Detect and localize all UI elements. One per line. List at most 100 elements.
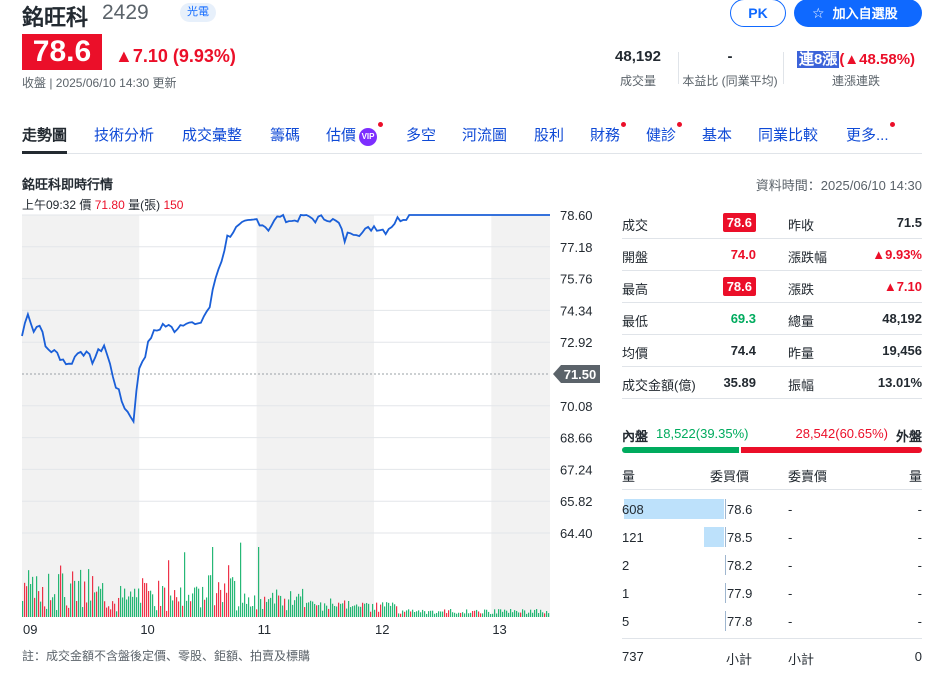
volume-bar [92, 576, 94, 617]
volume-bar [172, 600, 174, 617]
volume-bar [188, 594, 190, 617]
tab-long-short[interactable]: 多空 [406, 124, 436, 145]
volume-bar [276, 589, 278, 617]
tab-chart[interactable]: 走勢圖 [22, 124, 68, 154]
volume-bar [472, 611, 474, 617]
volume-bar [468, 613, 470, 617]
volume-bar [442, 611, 444, 617]
volume-bar [340, 603, 342, 617]
data-time: 資料時間：2025/06/10 14:30 [755, 178, 922, 193]
ask-price: - [788, 586, 793, 601]
bid-qty: 5 [622, 614, 630, 629]
volume-bar [130, 591, 132, 617]
tab-peers[interactable]: 同業比較 [758, 124, 818, 145]
ask-price: - [788, 530, 793, 545]
tab-trades[interactable]: 成交彙整 [182, 124, 242, 145]
quote-label: 昨量 [788, 346, 815, 361]
tab-technical[interactable]: 技術分析 [94, 124, 154, 145]
volume-bar [218, 582, 220, 617]
volume-bar [406, 610, 408, 617]
tab-valuation[interactable]: 估價 VIP [326, 122, 384, 146]
bid-total: 737 [622, 649, 644, 664]
outer-bar [741, 447, 922, 453]
tab-financial[interactable]: 財務 [590, 122, 627, 145]
volume-bar [176, 597, 178, 617]
volume-bar [24, 582, 26, 617]
notification-dot [677, 122, 683, 127]
volume-bar [452, 612, 454, 617]
volume-bar [146, 583, 148, 617]
quote-row: 成交金額(億) 35.89 振幅 13.01% [622, 367, 922, 399]
volume-bar [76, 600, 78, 617]
volume-bar [264, 596, 266, 617]
volume-bar [84, 581, 86, 617]
tab-basic[interactable]: 基本 [702, 124, 732, 145]
volume-bar [354, 605, 356, 617]
volume-bar [432, 610, 434, 617]
volume-bar [96, 591, 98, 617]
volume-bar [510, 609, 512, 617]
volume-bar [366, 602, 368, 617]
volume-bar [496, 613, 498, 617]
volume-bar [320, 602, 322, 617]
section-title: 銘旺科即時行情 [22, 177, 114, 192]
bid-qty-header: 量 [622, 469, 636, 484]
volume-bar [122, 597, 124, 617]
tab-river[interactable]: 河流圖 [462, 124, 507, 145]
hour-band [491, 215, 550, 617]
volume-bar [254, 595, 256, 617]
ask-price-header: 委賣價 [788, 469, 828, 484]
hour-band [374, 215, 492, 617]
quote-label: 最低 [622, 314, 649, 329]
volume-bar [314, 603, 316, 617]
volume-bar [162, 585, 164, 617]
quote-value: ▲9.93% [872, 247, 922, 262]
volume-bar [128, 596, 130, 617]
volume-bar [166, 610, 168, 617]
tab-more[interactable]: 更多... [846, 122, 895, 145]
sector-badge[interactable]: 光電 [180, 3, 216, 22]
volume-bar [448, 610, 450, 617]
pk-button[interactable]: PK [730, 0, 786, 27]
y-tick-label: 67.24 [560, 462, 593, 477]
volume-bar [58, 574, 60, 617]
add-to-watchlist-button[interactable]: ☆ 加入自選股 [794, 0, 922, 27]
tab-chips[interactable]: 籌碼 [270, 124, 300, 145]
volume-bar [450, 609, 452, 617]
volume-bar [148, 591, 150, 617]
volume-bar [500, 609, 502, 617]
volume-bar [56, 610, 58, 617]
divider [725, 499, 726, 519]
volume-bar [260, 599, 262, 617]
volume-bar [376, 602, 378, 617]
volume-bar [546, 611, 548, 617]
volume-bar [232, 577, 234, 617]
volume-bar [434, 613, 436, 617]
volume-bar [220, 589, 222, 617]
tab-dividend[interactable]: 股利 [534, 124, 564, 145]
volume-bar [198, 588, 200, 617]
volume-bar [498, 609, 500, 617]
volume-bar [368, 603, 370, 617]
divider [725, 611, 726, 631]
volume-bar [542, 612, 544, 617]
volume-bar [222, 602, 224, 617]
pe-value: - [727, 48, 733, 65]
volume-bar [304, 607, 306, 617]
ask-total: 0 [914, 649, 922, 664]
vip-badge: VIP [359, 128, 378, 146]
ask-price: - [788, 558, 793, 573]
stock-code: 2429 [102, 1, 149, 24]
intraday-chart[interactable]: 78.60 77.18 75.76 74.34 72.92 71.50 70.08 68.66… [0, 205, 620, 645]
tab-health[interactable]: 健診 [646, 122, 683, 145]
volume-bar [322, 610, 324, 617]
bid-qty: 121 [622, 530, 644, 545]
volume-bar [28, 570, 30, 617]
volume-bar [538, 613, 540, 617]
volume-bar [74, 580, 76, 617]
volume-bar [160, 605, 162, 617]
volume-bar [60, 565, 62, 617]
volume-bar [396, 606, 398, 617]
bid-price: 77.9 [727, 586, 753, 601]
volume-bar [202, 586, 204, 617]
